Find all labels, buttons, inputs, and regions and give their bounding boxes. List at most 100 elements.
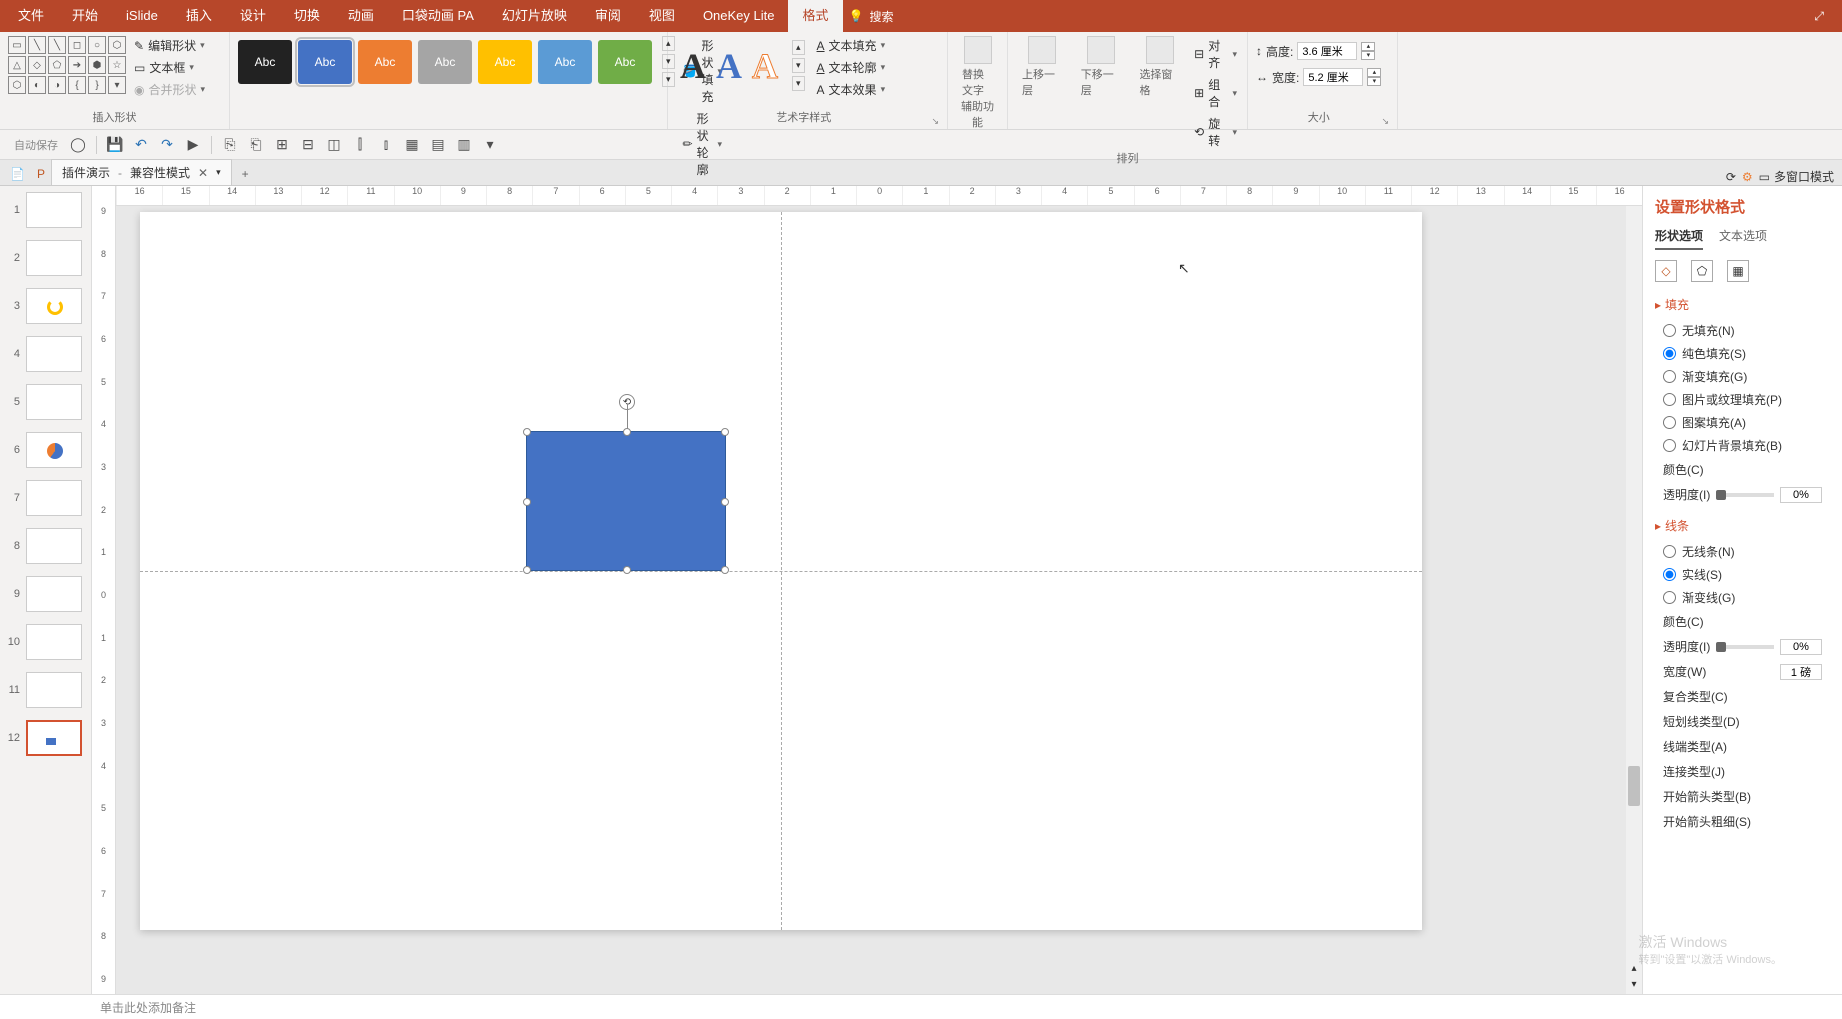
thumbnail-preview[interactable] xyxy=(26,432,82,468)
wordart-style-2[interactable]: A xyxy=(716,45,742,87)
style-blue[interactable]: Abc xyxy=(298,40,352,84)
ribbon-collapse-icon[interactable]: ⤢ xyxy=(1814,9,1824,24)
handle-se[interactable] xyxy=(721,566,729,574)
wa-down-icon[interactable]: ▾ xyxy=(792,58,805,73)
pane-tab-shape[interactable]: 形状选项 xyxy=(1655,227,1703,250)
line-trans-input[interactable] xyxy=(1780,639,1822,655)
tab-transition[interactable]: 切换 xyxy=(280,0,334,32)
begin-arrow-row[interactable]: 开始箭头类型(B) xyxy=(1655,784,1830,809)
thumbnail-row[interactable]: 12 xyxy=(0,714,91,762)
qat-btn-9[interactable]: ▤ xyxy=(426,133,450,157)
line-section-header[interactable]: ▸ 线条 xyxy=(1655,517,1830,534)
qat-btn-3[interactable]: ⊞ xyxy=(270,133,294,157)
tab-onekey[interactable]: OneKey Lite xyxy=(689,0,789,32)
text-effects-button[interactable]: A文本效果 xyxy=(815,80,888,99)
thumbnail-preview[interactable] xyxy=(26,336,82,372)
join-type-row[interactable]: 连接类型(J) xyxy=(1655,759,1830,784)
thumbnail-row[interactable]: 6 xyxy=(0,426,91,474)
tab-file[interactable]: 文件 xyxy=(4,0,58,32)
vertical-guide[interactable] xyxy=(781,212,782,930)
qat-btn-7[interactable]: ⫾ xyxy=(374,133,398,157)
wordart-dialog-launcher[interactable]: ↘ xyxy=(931,116,939,127)
wordart-gallery[interactable]: A A A ▴ ▾ ▾ xyxy=(676,36,809,95)
qat-btn-10[interactable]: ▥ xyxy=(452,133,476,157)
style-dark[interactable]: Abc xyxy=(238,40,292,84)
thumbnail-preview[interactable] xyxy=(26,528,82,564)
style-lightblue[interactable]: Abc xyxy=(538,40,592,84)
handle-s[interactable] xyxy=(623,566,631,574)
autosave-toggle[interactable]: ◯ xyxy=(66,133,90,157)
selection-pane-button[interactable]: 选择窗格 xyxy=(1133,36,1186,98)
line-color-row[interactable]: 颜色(C) xyxy=(1655,609,1830,634)
pane-tab-text[interactable]: 文本选项 xyxy=(1719,227,1767,250)
next-slide-button[interactable]: ▾ xyxy=(1626,979,1642,990)
thumbnail-preview[interactable] xyxy=(26,720,82,756)
compound-type-row[interactable]: 复合类型(C) xyxy=(1655,684,1830,709)
thumbnail-row[interactable]: 5 xyxy=(0,378,91,426)
redo-button[interactable]: ↷ xyxy=(155,133,179,157)
fill-none-radio[interactable]: 无填充(N) xyxy=(1655,319,1830,342)
scroll-thumb[interactable] xyxy=(1628,766,1640,806)
qat-btn-8[interactable]: ▦ xyxy=(400,133,424,157)
fill-trans-input[interactable] xyxy=(1780,487,1822,503)
pane-fill-line-icon[interactable]: ◇ xyxy=(1655,260,1677,282)
line-none-radio[interactable]: 无线条(N) xyxy=(1655,540,1830,563)
tab-design[interactable]: 设计 xyxy=(226,0,280,32)
qat-btn-11[interactable]: ▾ xyxy=(478,133,502,157)
pane-effects-icon[interactable]: ⬠ xyxy=(1691,260,1713,282)
thumbnail-row[interactable]: 11 xyxy=(0,666,91,714)
handle-w[interactable] xyxy=(523,498,531,506)
height-up[interactable]: ▴ xyxy=(1361,42,1375,51)
tab-insert[interactable]: 插入 xyxy=(172,0,226,32)
line-solid-radio[interactable]: 实线(S) xyxy=(1655,563,1830,586)
doc-close-icon[interactable]: ✕ xyxy=(198,166,208,180)
tell-me-search[interactable]: 💡 搜索 xyxy=(843,8,894,25)
fill-picture-radio[interactable]: 图片或纹理填充(P) xyxy=(1655,388,1830,411)
style-gray[interactable]: Abc xyxy=(418,40,472,84)
handle-ne[interactable] xyxy=(721,428,729,436)
wordart-style-1[interactable]: A xyxy=(680,45,706,87)
undo-button[interactable]: ↶ xyxy=(129,133,153,157)
start-from-beginning-button[interactable]: ▶ xyxy=(181,133,205,157)
style-yellow[interactable]: Abc xyxy=(478,40,532,84)
multi-window-button[interactable]: ▭ 多窗口模式 xyxy=(1759,168,1834,185)
line-trans-slider[interactable] xyxy=(1716,645,1774,649)
doc-dropdown-icon[interactable]: ▾ xyxy=(216,167,221,178)
line-width-input[interactable] xyxy=(1780,664,1822,680)
thumbnail-preview[interactable] xyxy=(26,240,82,276)
width-up[interactable]: ▴ xyxy=(1367,68,1381,77)
thumbnail-row[interactable]: 7 xyxy=(0,474,91,522)
tab-islide[interactable]: iSlide xyxy=(112,0,172,32)
text-outline-button[interactable]: A文本轮廓 xyxy=(815,58,888,77)
thumbnail-row[interactable]: 3 xyxy=(0,282,91,330)
canvas-scrollbar[interactable]: ▴ ▾ xyxy=(1626,206,1642,994)
bring-forward-button[interactable]: 上移一层 xyxy=(1016,36,1069,98)
text-fill-button[interactable]: A文本填充 xyxy=(815,36,888,55)
document-tab[interactable]: 插件演示 - 兼容性模式 ✕ ▾ xyxy=(51,159,232,185)
thumbnail-preview[interactable] xyxy=(26,192,82,228)
handle-e[interactable] xyxy=(721,498,729,506)
qat-btn-2[interactable]: ⎗ xyxy=(244,133,268,157)
thumbnail-row[interactable]: 10 xyxy=(0,618,91,666)
notes-pane[interactable]: 单击此处添加备注 xyxy=(0,994,1842,1019)
prev-slide-button[interactable]: ▴ xyxy=(1626,963,1642,974)
fill-slidebg-radio[interactable]: 幻灯片背景填充(B) xyxy=(1655,434,1830,457)
fill-trans-slider[interactable] xyxy=(1716,493,1774,497)
style-green[interactable]: Abc xyxy=(598,40,652,84)
line-gradient-radio[interactable]: 渐变线(G) xyxy=(1655,586,1830,609)
fill-section-header[interactable]: ▸ 填充 xyxy=(1655,296,1830,313)
thumbnail-preview[interactable] xyxy=(26,288,82,324)
width-down[interactable]: ▾ xyxy=(1367,77,1381,86)
selected-rectangle-shape[interactable]: ⟲ xyxy=(526,431,726,571)
wordart-style-3[interactable]: A xyxy=(752,45,778,87)
shape-style-gallery[interactable]: Abc Abc Abc Abc Abc Abc Abc ▴ ▾ ▾ xyxy=(238,36,675,87)
wa-up-icon[interactable]: ▴ xyxy=(792,40,805,55)
height-down[interactable]: ▾ xyxy=(1361,51,1375,60)
align-button[interactable]: ⊟对齐 xyxy=(1192,36,1239,72)
fill-pattern-radio[interactable]: 图案填充(A) xyxy=(1655,411,1830,434)
thumbnail-row[interactable]: 9 xyxy=(0,570,91,618)
thumbnail-preview[interactable] xyxy=(26,576,82,612)
height-input[interactable] xyxy=(1297,42,1357,60)
tab-format[interactable]: 格式 xyxy=(788,0,842,32)
fill-solid-radio[interactable]: 纯色填充(S) xyxy=(1655,342,1830,365)
